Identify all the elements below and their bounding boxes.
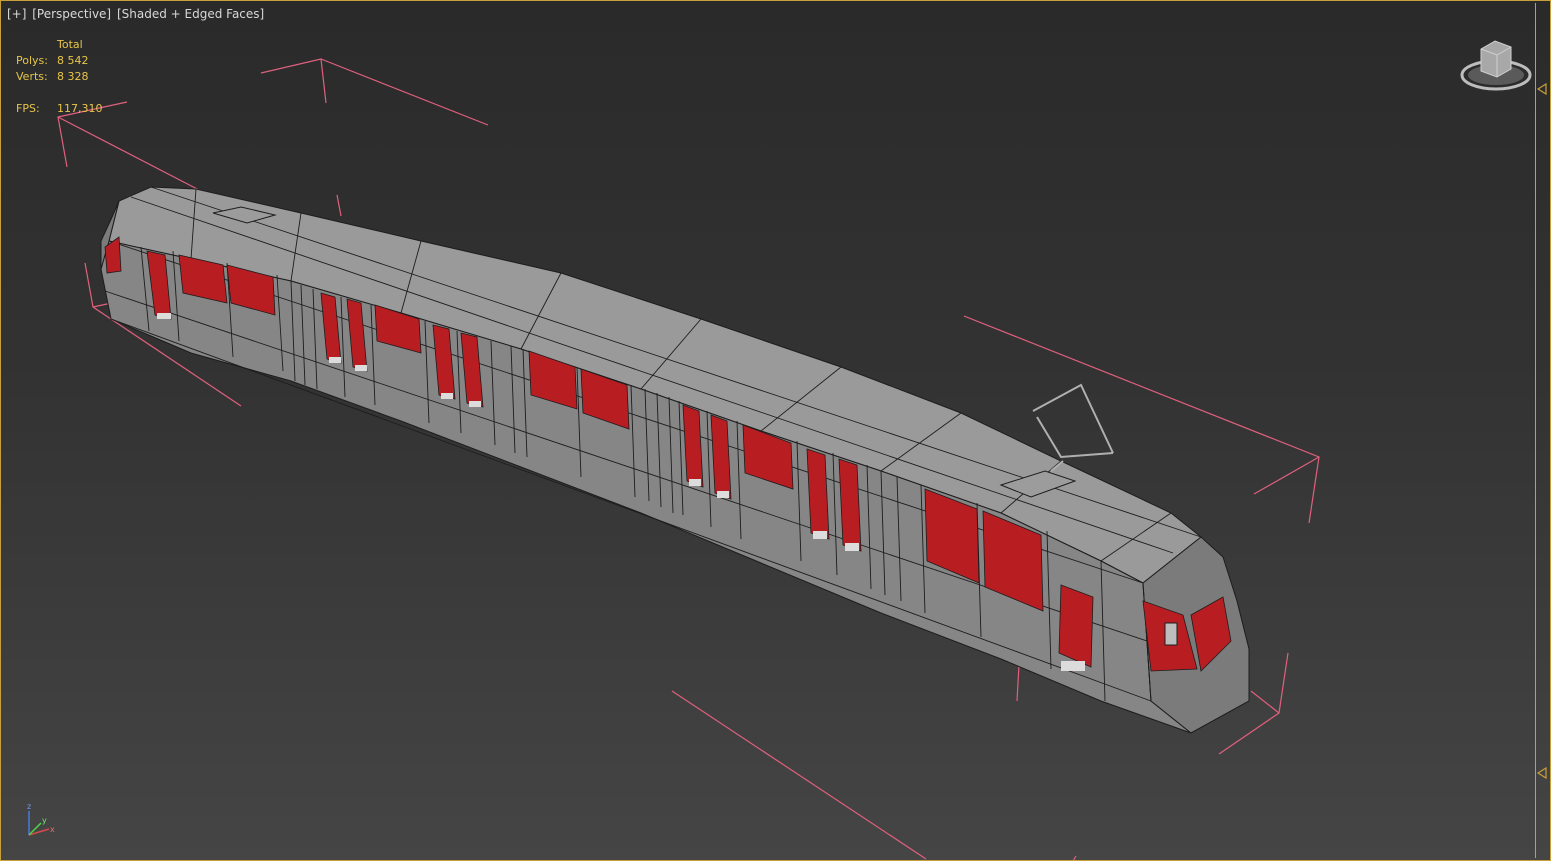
tram-model	[100, 186, 1250, 734]
perspective-viewport[interactable]: [+] [Perspective] [Shaded + Edged Faces]…	[0, 0, 1551, 861]
viewport-label-menu[interactable]: [+] [Perspective] [Shaded + Edged Faces]	[7, 7, 266, 21]
scene-canvas[interactable]	[1, 1, 1550, 860]
axis-y-label: y	[42, 816, 47, 825]
viewport-menu-plus[interactable]: [+]	[7, 7, 26, 21]
axis-tripod-icon: z x y	[27, 802, 55, 836]
stats-polys-label: Polys:	[16, 54, 48, 67]
stats-fps-value: 117,310	[57, 102, 103, 115]
axis-x-label: x	[50, 825, 55, 834]
viewport-menu-shading[interactable]: [Shaded + Edged Faces]	[117, 7, 264, 21]
stats-fps-label: FPS:	[16, 102, 40, 115]
right-edge-arrow-icon[interactable]	[1536, 83, 1548, 95]
viewcube-icon[interactable]	[1459, 35, 1533, 95]
statistics-overlay: Total Polys: 8 542 Verts: 8 328 FPS: 117,31…	[16, 37, 103, 117]
viewport-menu-perspective[interactable]: [Perspective]	[32, 7, 111, 21]
stats-polys-value: 8 542	[57, 54, 89, 67]
stats-verts-value: 8 328	[57, 70, 89, 83]
stats-verts-label: Verts:	[16, 70, 48, 83]
tram-roof	[108, 186, 1202, 584]
mirror	[1164, 622, 1178, 646]
right-edge-arrow-icon[interactable]	[1536, 767, 1548, 779]
viewport-right-divider	[1535, 3, 1536, 858]
axis-z-label: z	[27, 802, 31, 811]
stats-total-header: Total	[57, 38, 83, 51]
